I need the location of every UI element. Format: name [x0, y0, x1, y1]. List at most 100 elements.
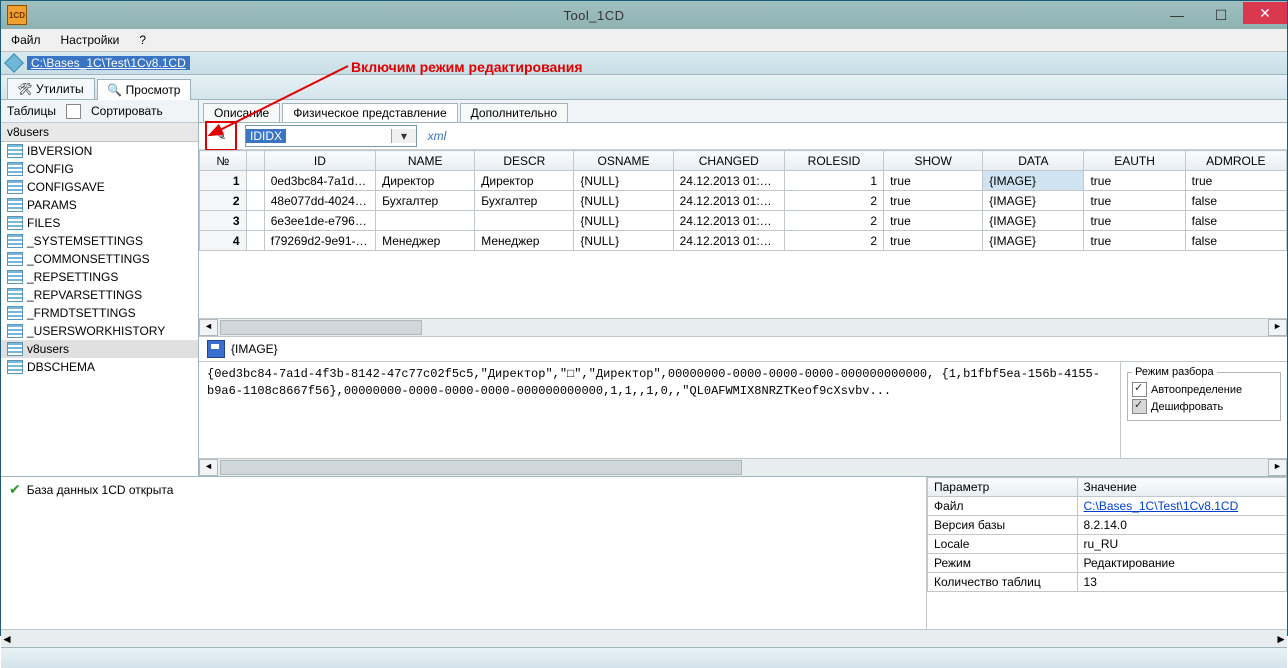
detail-text[interactable]: {0ed3bc84-7a1d-4f3b-8142-47c77c02f5c5,"Д… — [199, 362, 1120, 458]
sidebar-item-ibversion[interactable]: IBVERSION — [1, 142, 198, 160]
cell-osname[interactable]: {NULL} — [574, 171, 673, 191]
cell-mark[interactable] — [246, 191, 264, 211]
info-value[interactable]: C:\Bases_1C\Test\1Cv8.1CD — [1077, 497, 1286, 516]
sidebar-item-_usersworkhistory[interactable]: _USERSWORKHISTORY — [1, 322, 198, 340]
sidebar-item-config[interactable]: CONFIG — [1, 160, 198, 178]
menu-settings[interactable]: Настройки — [57, 31, 124, 49]
cell-num[interactable]: 4 — [200, 231, 247, 251]
cell-rolesid[interactable]: 2 — [784, 191, 883, 211]
cell-descr[interactable]: Бухгалтер — [475, 191, 574, 211]
cell-eauth[interactable]: true — [1084, 211, 1185, 231]
path-link[interactable]: C:\Bases_1C\Test\1Cv8.1CD — [27, 56, 190, 70]
cell-name[interactable] — [376, 211, 475, 231]
cell-num[interactable]: 3 — [200, 211, 247, 231]
tab-utilities[interactable]: 🛠 Утилиты — [7, 78, 95, 99]
cell-num[interactable]: 2 — [200, 191, 247, 211]
cell-rolesid[interactable]: 2 — [784, 231, 883, 251]
bottom-hscroll[interactable]: ◄ ► — [1, 629, 1287, 647]
cell-descr[interactable]: Менеджер — [475, 231, 574, 251]
col-header[interactable] — [246, 151, 264, 171]
col-header[interactable]: ADMROLE — [1185, 151, 1286, 171]
sort-checkbox[interactable] — [66, 104, 81, 119]
tab-view[interactable]: 🔍 Просмотр — [97, 79, 192, 100]
cell-id[interactable]: 6e3ee1de-e796-4... — [264, 211, 375, 231]
col-header[interactable]: № — [200, 151, 247, 171]
xml-button[interactable]: xml — [425, 125, 449, 147]
sidebar-item-params[interactable]: PARAMS — [1, 196, 198, 214]
sidebar-item-dbschema[interactable]: DBSCHEMA — [1, 358, 198, 376]
cell-changed[interactable]: 24.12.2013 01:13... — [673, 231, 784, 251]
cell-mark[interactable] — [246, 231, 264, 251]
cell-admrole[interactable]: false — [1185, 191, 1286, 211]
table-row[interactable]: 4f79269d2-9e91-4...МенеджерМенеджер{NULL… — [200, 231, 1287, 251]
col-header[interactable]: ID — [264, 151, 375, 171]
maximize-button[interactable]: ☐ — [1199, 2, 1243, 28]
sidebar-item-_systemsettings[interactable]: _SYSTEMSETTINGS — [1, 232, 198, 250]
cell-changed[interactable]: 24.12.2013 01:13... — [673, 191, 784, 211]
sidebar-list[interactable]: IBVERSIONCONFIGCONFIGSAVEPARAMSFILES_SYS… — [1, 142, 198, 478]
sidebar-item-v8users[interactable]: v8users — [1, 340, 198, 358]
sidebar-item-_repsettings[interactable]: _REPSETTINGS — [1, 268, 198, 286]
cell-show[interactable]: true — [884, 231, 983, 251]
col-header[interactable]: ROLESID — [784, 151, 883, 171]
cell-eauth[interactable]: true — [1084, 171, 1185, 191]
col-header[interactable]: SHOW — [884, 151, 983, 171]
cell-data[interactable]: {IMAGE} — [983, 211, 1084, 231]
table-row[interactable]: 10ed3bc84-7a1d-4...ДиректорДиректор{NULL… — [200, 171, 1287, 191]
cell-data[interactable]: {IMAGE} — [983, 191, 1084, 211]
table-row[interactable]: 3 6e3ee1de-e796-4... {NULL}24.12.2013 01:1… — [200, 211, 1287, 231]
scroll-left-icon[interactable]: ◄ — [199, 459, 218, 476]
sidebar-item-_frmdtsettings[interactable]: _FRMDTSETTINGS — [1, 304, 198, 322]
menu-help[interactable]: ? — [135, 31, 150, 49]
cell-changed[interactable]: 24.12.2013 01:13... — [673, 171, 784, 191]
cell-data[interactable]: {IMAGE} — [983, 231, 1084, 251]
scroll-right-icon[interactable]: ► — [1268, 319, 1287, 336]
cell-eauth[interactable]: true — [1084, 191, 1185, 211]
col-header[interactable]: NAME — [376, 151, 475, 171]
cell-osname[interactable]: {NULL} — [574, 211, 673, 231]
decrypt-checkbox[interactable] — [1132, 399, 1147, 414]
cell-name[interactable]: Менеджер — [376, 231, 475, 251]
sidebar-item-_commonsettings[interactable]: _COMMONSETTINGS — [1, 250, 198, 268]
data-grid[interactable]: №IDNAMEDESCROSNAMECHANGEDROLESIDSHOWDATA… — [199, 150, 1287, 251]
scroll-thumb[interactable] — [220, 460, 742, 475]
grid-hscroll[interactable]: ◄ ► — [199, 318, 1287, 336]
col-header[interactable]: CHANGED — [673, 151, 784, 171]
cell-osname[interactable]: {NULL} — [574, 191, 673, 211]
save-icon[interactable] — [207, 340, 225, 358]
col-header[interactable]: EAUTH — [1084, 151, 1185, 171]
scroll-right-icon[interactable]: ► — [1275, 632, 1287, 646]
cell-show[interactable]: true — [884, 191, 983, 211]
cell-data[interactable]: {IMAGE} — [983, 171, 1084, 191]
col-header[interactable]: OSNAME — [574, 151, 673, 171]
cell-name[interactable]: Бухгалтер — [376, 191, 475, 211]
col-header[interactable]: DESCR — [475, 151, 574, 171]
cell-admrole[interactable]: true — [1185, 171, 1286, 191]
scroll-right-icon[interactable]: ► — [1268, 459, 1287, 476]
cell-mark[interactable] — [246, 211, 264, 231]
cell-admrole[interactable]: false — [1185, 231, 1286, 251]
sidebar-item-files[interactable]: FILES — [1, 214, 198, 232]
close-button[interactable]: ✕ — [1243, 2, 1287, 24]
cell-num[interactable]: 1 — [200, 171, 247, 191]
cell-admrole[interactable]: false — [1185, 211, 1286, 231]
inner-tab-extra[interactable]: Дополнительно — [460, 103, 568, 122]
cell-descr[interactable]: Директор — [475, 171, 574, 191]
minimize-button[interactable]: — — [1155, 2, 1199, 28]
cell-id[interactable]: 0ed3bc84-7a1d-4... — [264, 171, 375, 191]
menu-file[interactable]: Файл — [7, 31, 45, 49]
cell-name[interactable]: Директор — [376, 171, 475, 191]
cell-rolesid[interactable]: 1 — [784, 171, 883, 191]
cell-id[interactable]: f79269d2-9e91-4... — [264, 231, 375, 251]
cell-changed[interactable]: 24.12.2013 01:13... — [673, 211, 784, 231]
cell-mark[interactable] — [246, 171, 264, 191]
cell-show[interactable]: true — [884, 171, 983, 191]
auto-checkbox[interactable] — [1132, 382, 1147, 397]
scroll-thumb[interactable] — [220, 320, 422, 335]
cell-id[interactable]: 48e077dd-4024-4... — [264, 191, 375, 211]
cell-rolesid[interactable]: 2 — [784, 211, 883, 231]
cell-osname[interactable]: {NULL} — [574, 231, 673, 251]
cell-descr[interactable] — [475, 211, 574, 231]
sidebar-item-_repvarsettings[interactable]: _REPVARSETTINGS — [1, 286, 198, 304]
detail-hscroll[interactable]: ◄ ► — [199, 458, 1287, 476]
